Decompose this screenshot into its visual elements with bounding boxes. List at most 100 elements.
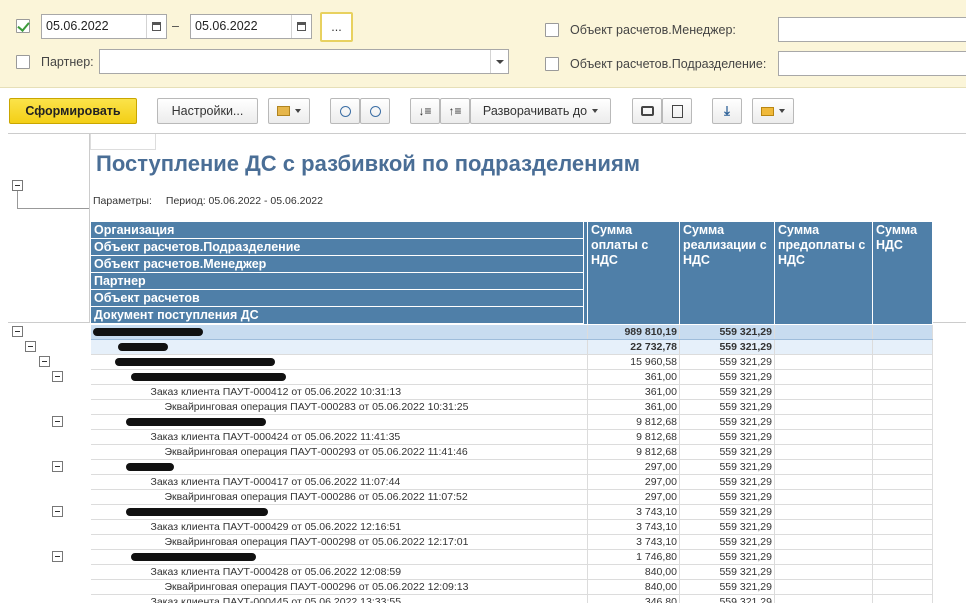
col-header-vat: Сумма НДС [872,221,933,325]
generate-button[interactable]: Сформировать [9,98,137,124]
table-row[interactable]: 3 743,10 559 321,29 [90,504,933,520]
table-row[interactable]: Заказ клиента ПАУТ-000412 от 05.06.2022 … [90,384,933,400]
group-headers: Организация Объект расчетов.Подразделение… [90,221,588,325]
collapse-toggle[interactable] [52,551,63,562]
col-header-sales: Сумма реализации с НДС [679,221,775,325]
envelope-icon [761,106,774,116]
sales-cell: 559 321,29 [679,429,775,445]
calendar-icon[interactable] [146,15,166,38]
dropdown-icon[interactable] [490,50,508,73]
row-name [90,549,588,565]
expand-to-label: Разворачивать до [482,104,588,118]
period-checkbox[interactable] [16,19,30,33]
collapse-toggle[interactable] [52,371,63,382]
vat-cell [872,414,933,430]
sales-cell: 559 321,29 [679,354,775,370]
table-row[interactable]: Заказ клиента ПАУТ-000417 от 05.06.2022 … [90,474,933,490]
table-row[interactable]: 22 732,78 559 321,29 [90,339,933,355]
expand-to-button[interactable]: Разворачивать до [470,98,611,124]
calendar-icon[interactable] [291,15,311,38]
search-button[interactable] [330,98,360,124]
payment-cell: 361,00 [587,399,680,415]
sales-cell: 559 321,29 [679,534,775,550]
prepayment-cell [774,399,873,415]
row-name [90,459,588,475]
payment-cell: 15 960,58 [587,354,680,370]
vat-cell [872,429,933,445]
table-row[interactable]: 1 746,80 559 321,29 [90,549,933,565]
prepayment-cell [774,564,873,580]
prepayment-cell [774,369,873,385]
department-label: Объект расчетов.Подразделение: [570,57,767,71]
partner-checkbox[interactable] [16,55,30,69]
vat-cell [872,594,933,603]
table-row[interactable]: Эквайринговая операция ПАУТ-000296 от 05… [90,579,933,595]
save-button[interactable]: ⤓ [712,98,742,124]
collapse-toggle[interactable] [25,341,36,352]
collapse-all-button[interactable]: ↓≡ [410,98,440,124]
settings-button[interactable]: Настройки... [157,98,258,124]
collapse-toggle[interactable] [12,326,23,337]
table-row[interactable]: 361,00 559 321,29 [90,369,933,385]
prepayment-cell [774,354,873,370]
search-next-button[interactable] [360,98,390,124]
table-row[interactable]: 297,00 559 321,29 [90,459,933,475]
group-header: Объект расчетов.Менеджер [91,256,584,273]
period-select-button[interactable]: ... [320,12,353,42]
tree-gutter [8,134,966,603]
prepayment-cell [774,549,873,565]
vat-cell [872,399,933,415]
manager-label: Объект расчетов.Менеджер: [570,23,736,37]
date-from-field[interactable]: 05.06.2022 [41,14,167,39]
row-name: Эквайринговая операция ПАУТ-000296 от 05… [90,579,588,595]
sort-down-icon: ↓≡ [418,104,432,118]
row-name [90,504,588,520]
prepayment-cell [774,339,873,355]
table-row[interactable]: Эквайринговая операция ПАУТ-000286 от 05… [90,489,933,505]
redacted-text [125,463,174,472]
table-row[interactable]: 9 812,68 559 321,29 [90,414,933,430]
table-row[interactable]: 989 810,19 559 321,29 [90,324,933,340]
payment-cell: 9 812,68 [587,429,680,445]
collapse-toggle[interactable] [52,416,63,427]
department-field[interactable] [778,51,966,76]
collapse-toggle[interactable] [52,506,63,517]
expand-all-button[interactable]: ↑≡ [440,98,470,124]
prepayment-cell [774,444,873,460]
payment-cell: 3 743,10 [587,534,680,550]
vat-cell [872,549,933,565]
send-button[interactable] [752,98,794,124]
preview-button[interactable] [662,98,692,124]
collapse-toggle[interactable] [39,356,50,367]
manager-checkbox[interactable] [545,23,559,37]
sales-cell: 559 321,29 [679,399,775,415]
table-row[interactable]: 15 960,58 559 321,29 [90,354,933,370]
report-table: Организация Объект расчетов.Подразделение… [90,221,933,603]
prepayment-cell [774,489,873,505]
department-checkbox[interactable] [545,57,559,71]
table-row[interactable]: Эквайринговая операция ПАУТ-000283 от 05… [90,399,933,415]
print-button[interactable] [632,98,662,124]
sales-cell: 559 321,29 [679,564,775,580]
collapse-toggle[interactable] [12,180,23,191]
sales-cell: 559 321,29 [679,474,775,490]
row-name [90,369,588,385]
payment-cell: 297,00 [587,459,680,475]
manager-field[interactable] [778,17,966,42]
search-icon [339,105,351,117]
table-row[interactable]: Эквайринговая операция ПАУТ-000293 от 05… [90,444,933,460]
table-row[interactable]: Эквайринговая операция ПАУТ-000298 от 05… [90,534,933,550]
table-row[interactable]: Заказ клиента ПАУТ-000445 от 05.06.2022 … [90,594,933,603]
prepayment-cell [774,534,873,550]
prepayment-cell [774,594,873,603]
redacted-text [114,358,275,367]
table-row[interactable]: Заказ клиента ПАУТ-000429 от 05.06.2022 … [90,519,933,535]
table-row[interactable]: Заказ клиента ПАУТ-000424 от 05.06.2022 … [90,429,933,445]
variants-button[interactable] [268,98,310,124]
vat-cell [872,534,933,550]
collapse-toggle[interactable] [52,461,63,472]
partner-field[interactable] [99,49,509,74]
table-row[interactable]: Заказ клиента ПАУТ-000428 от 05.06.2022 … [90,564,933,580]
date-to-field[interactable]: 05.06.2022 [190,14,312,39]
prepayment-cell [774,414,873,430]
